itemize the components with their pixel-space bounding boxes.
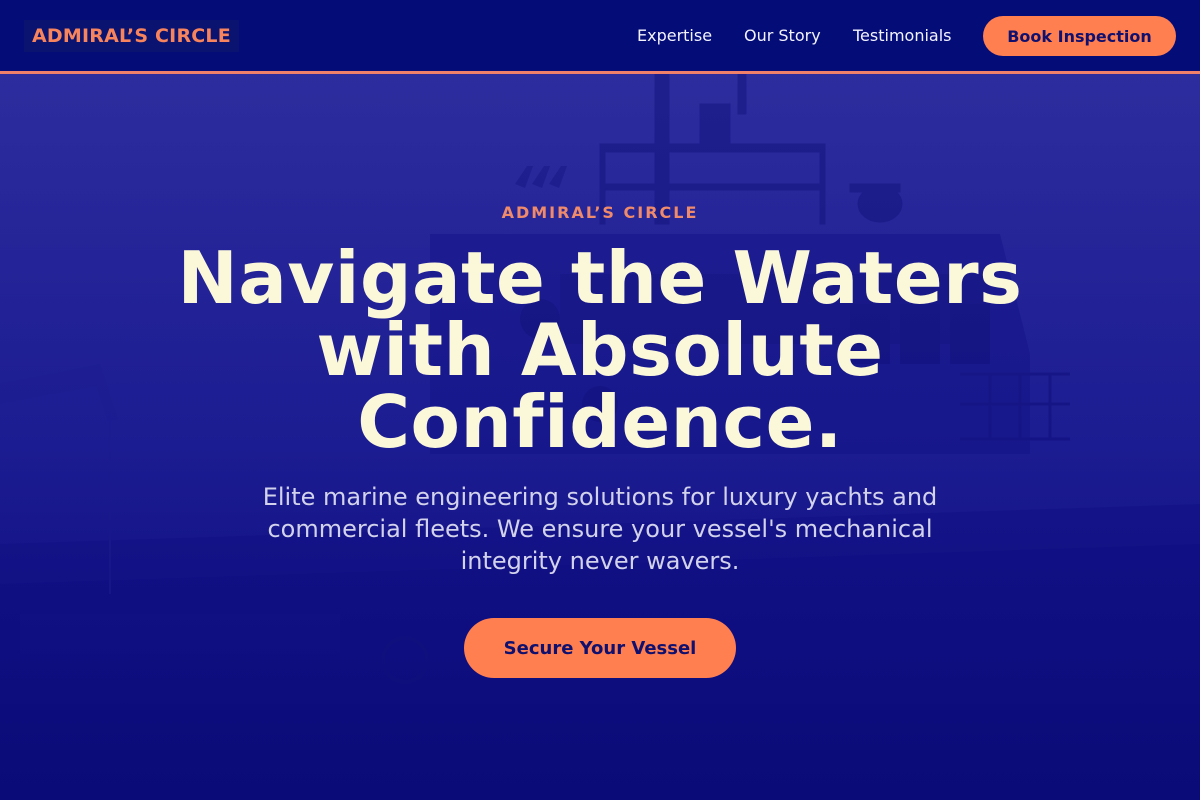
secure-your-vessel-button[interactable]: Secure Your Vessel <box>464 618 736 678</box>
landing-page: ADMIRAL’S CIRCLE Expertise Our Story Tes… <box>0 0 1200 800</box>
hero-eyebrow: ADMIRAL’S CIRCLE <box>501 203 699 222</box>
nav-link-our-story[interactable]: Our Story <box>744 24 821 48</box>
hero-subtext: Elite marine engineering solutions for l… <box>262 483 938 575</box>
logo[interactable]: ADMIRAL’S CIRCLE <box>24 20 239 52</box>
hero-section: ADMIRAL’S CIRCLE Navigate the Waters wit… <box>0 74 1200 800</box>
book-inspection-button[interactable]: Book Inspection <box>983 16 1176 56</box>
nav-link-testimonials[interactable]: Testimonials <box>853 24 952 48</box>
nav-link-expertise[interactable]: Expertise <box>637 24 712 48</box>
hero-headline: Navigate the Waters with Absolute Confid… <box>177 236 1023 464</box>
navbar: ADMIRAL’S CIRCLE Expertise Our Story Tes… <box>0 0 1200 74</box>
